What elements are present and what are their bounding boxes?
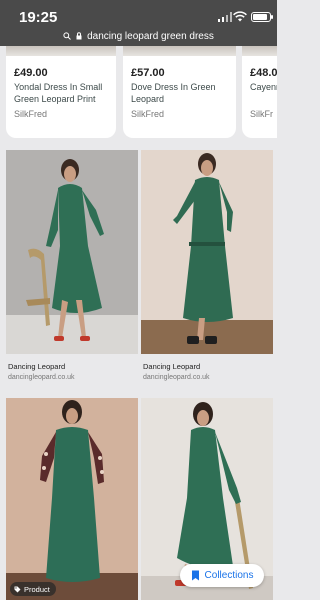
result-title[interactable]: Dancing Leopard (143, 362, 200, 371)
product-price: £48.0 (250, 67, 277, 79)
battery-icon (251, 12, 273, 22)
product-badge-label: Product (24, 584, 50, 594)
result-source[interactable]: dancingleopard.co.uk (143, 374, 210, 381)
collections-label: Collections (204, 570, 254, 581)
product-card[interactable]: £57.00 Dove Dress In Green Leopard SilkF… (123, 46, 236, 138)
product-card[interactable]: £48.0 Cayenn Leopar SilkFr (242, 46, 277, 138)
status-time: 19:25 (19, 9, 58, 26)
result-image[interactable] (141, 150, 273, 354)
lock-icon (76, 32, 82, 40)
product-carousel[interactable]: £49.00 Yondal Dress In Small Green Leopa… (0, 46, 277, 138)
result-image[interactable] (6, 398, 138, 600)
result-image[interactable] (6, 150, 138, 354)
address-bar[interactable]: dancing leopard green dress (0, 27, 277, 45)
product-name: Cayenn Leopar (250, 82, 277, 92)
tag-icon (14, 586, 21, 592)
image-result[interactable]: Dancing Leopard dancingleopard.co.uk (141, 150, 273, 392)
image-result[interactable]: Dancing Leopard dancingleopard.co.uk (6, 150, 138, 392)
product-card[interactable]: £49.00 Yondal Dress In Small Green Leopa… (6, 46, 116, 138)
product-name: Dove Dress In Green Leopard (131, 82, 216, 104)
product-seller: SilkFr (250, 109, 273, 119)
collections-button[interactable]: Collections (180, 564, 264, 587)
search-icon (63, 32, 71, 40)
image-result[interactable]: Product (6, 398, 138, 600)
product-seller: SilkFred (14, 109, 48, 119)
product-image (242, 46, 277, 56)
wifi-icon (233, 11, 247, 22)
product-price: £49.00 (14, 67, 48, 79)
product-seller: SilkFred (131, 109, 165, 119)
signal-icon (218, 12, 232, 22)
results-page: £49.00 Yondal Dress In Small Green Leopa… (0, 46, 277, 600)
product-image (6, 46, 116, 56)
product-price: £57.00 (131, 67, 165, 79)
product-badge: Product (10, 582, 56, 596)
product-name: Yondal Dress In Small Green Leopard Prin… (14, 82, 103, 104)
result-source[interactable]: dancingleopard.co.uk (8, 374, 75, 381)
product-image (123, 46, 236, 56)
result-title[interactable]: Dancing Leopard (8, 362, 65, 371)
bookmark-icon (191, 570, 199, 581)
url-text: dancing leopard green dress (87, 30, 214, 42)
status-bar: 19:25 dancing leopard green dress (0, 0, 277, 46)
